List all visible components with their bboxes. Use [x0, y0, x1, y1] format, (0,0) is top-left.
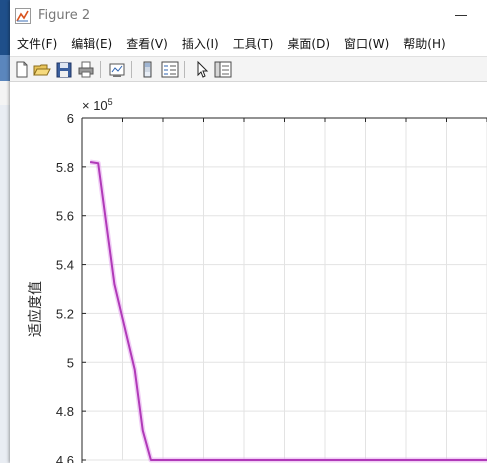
y-axis-label: 适应度值: [27, 281, 44, 337]
print-icon[interactable]: [76, 60, 96, 79]
legend-icon[interactable]: [160, 60, 180, 79]
new-figure-icon[interactable]: [12, 60, 32, 79]
menu-view[interactable]: 查看(V): [119, 33, 175, 55]
y-tick-label: 5.2: [56, 306, 74, 321]
plot-axes[interactable]: 4.6 4.8 5 5.2 5.4 5.6 5.8 6 × 105 适应度值: [10, 82, 487, 463]
window-title: Figure 2: [38, 8, 91, 23]
colorbar-icon[interactable]: [138, 60, 158, 79]
menu-desktop[interactable]: 桌面(D): [280, 33, 337, 55]
y-exponent-superscript: 5: [108, 97, 113, 107]
save-icon[interactable]: [54, 60, 74, 79]
series-line-glow: [89, 159, 487, 463]
figure-toolbar: [10, 56, 487, 82]
y-tick-label: 4.6: [56, 453, 74, 463]
y-tick-label: 4.8: [56, 404, 74, 419]
menu-window[interactable]: 窗口(W): [337, 33, 396, 55]
matlab-figure-icon: [15, 8, 31, 24]
menu-file[interactable]: 文件(F): [10, 33, 64, 55]
link-plot-icon[interactable]: [107, 60, 127, 79]
open-file-icon[interactable]: [32, 60, 52, 79]
y-tick-label: 5.4: [56, 258, 74, 273]
y-tick-label: 5.8: [56, 160, 74, 175]
toolbar-separator: [100, 61, 101, 78]
y-tick-label: 5.6: [56, 209, 74, 224]
toolbar-separator: [131, 61, 132, 78]
y-tick-labels: 4.6 4.8 5 5.2 5.4 5.6 5.8 6: [56, 111, 74, 463]
grid-lines: [81, 117, 487, 461]
series-line: [89, 161, 487, 461]
edit-plot-arrow-icon[interactable]: [191, 60, 211, 79]
menu-tools[interactable]: 工具(T): [226, 33, 281, 55]
screen: Figure 2 文件(F) 编辑(E) 查看(V) 插入(I) 工具(T) 桌…: [0, 0, 487, 463]
toolbar-separator: [184, 61, 185, 78]
y-exponent-label: × 105: [82, 97, 113, 113]
figure-window: Figure 2 文件(F) 编辑(E) 查看(V) 插入(I) 工具(T) 桌…: [10, 0, 487, 463]
property-inspector-icon[interactable]: [213, 60, 233, 79]
plot-line: [89, 159, 487, 463]
title-bar[interactable]: Figure 2: [10, 0, 487, 32]
menu-bar: 文件(F) 编辑(E) 查看(V) 插入(I) 工具(T) 桌面(D) 窗口(W…: [10, 33, 487, 55]
figure-canvas[interactable]: 4.6 4.8 5 5.2 5.4 5.6 5.8 6 × 105 适应度值: [10, 82, 487, 463]
menu-help[interactable]: 帮助(H): [396, 33, 452, 55]
menu-insert[interactable]: 插入(I): [175, 33, 226, 55]
y-tick-label: 5: [67, 355, 74, 370]
minimize-button[interactable]: [449, 6, 473, 24]
menu-edit[interactable]: 编辑(E): [64, 33, 119, 55]
y-tick-label: 6: [67, 111, 74, 126]
